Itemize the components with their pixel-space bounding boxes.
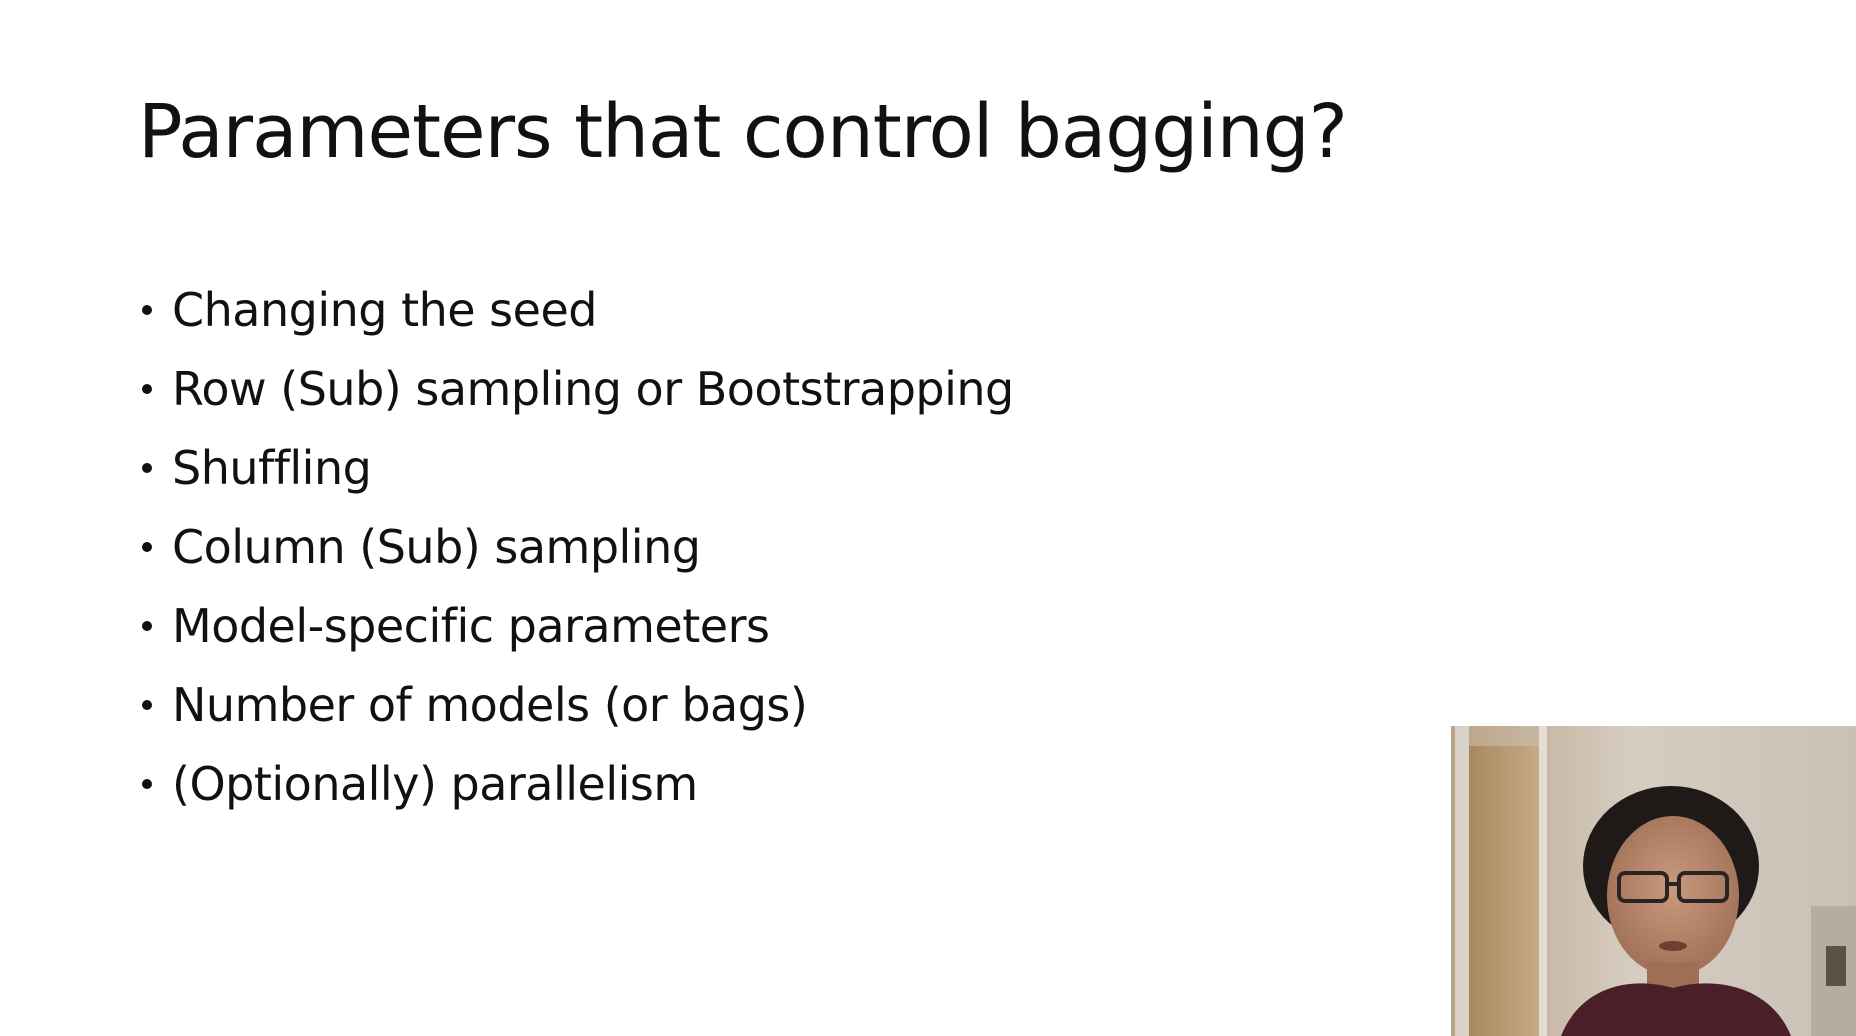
bullet-icon	[142, 304, 152, 315]
bullet-icon	[142, 699, 152, 710]
bullet-icon	[142, 620, 152, 631]
presenter-video-icon	[1451, 726, 1856, 1036]
list-item: Row (Sub) sampling or Bootstrapping	[138, 349, 1014, 428]
bullet-text: Row (Sub) sampling or Bootstrapping	[172, 361, 1014, 416]
slide-title: Parameters that control bagging?	[138, 89, 1348, 175]
bullet-text: Shuffling	[172, 440, 372, 495]
bullet-icon	[142, 383, 152, 394]
list-item: Changing the seed	[138, 270, 1014, 349]
bullet-icon	[142, 462, 152, 473]
list-item: Shuffling	[138, 428, 1014, 507]
bullet-text: Model-specific parameters	[172, 598, 770, 653]
list-item: Model-specific parameters	[138, 586, 1014, 665]
list-item: Column (Sub) sampling	[138, 507, 1014, 586]
list-item: Number of models (or bags)	[138, 665, 1014, 744]
bullet-text: Changing the seed	[172, 282, 597, 337]
bullet-text: Column (Sub) sampling	[172, 519, 701, 574]
presenter-webcam	[1451, 726, 1856, 1036]
slide: Parameters that control bagging? Changin…	[0, 0, 1856, 1036]
bullet-icon	[142, 778, 152, 789]
bullet-icon	[142, 541, 152, 552]
bullet-text: Number of models (or bags)	[172, 677, 808, 732]
bullet-list: Changing the seed Row (Sub) sampling or …	[138, 270, 1014, 823]
bullet-text: (Optionally) parallelism	[172, 756, 698, 811]
list-item: (Optionally) parallelism	[138, 744, 1014, 823]
